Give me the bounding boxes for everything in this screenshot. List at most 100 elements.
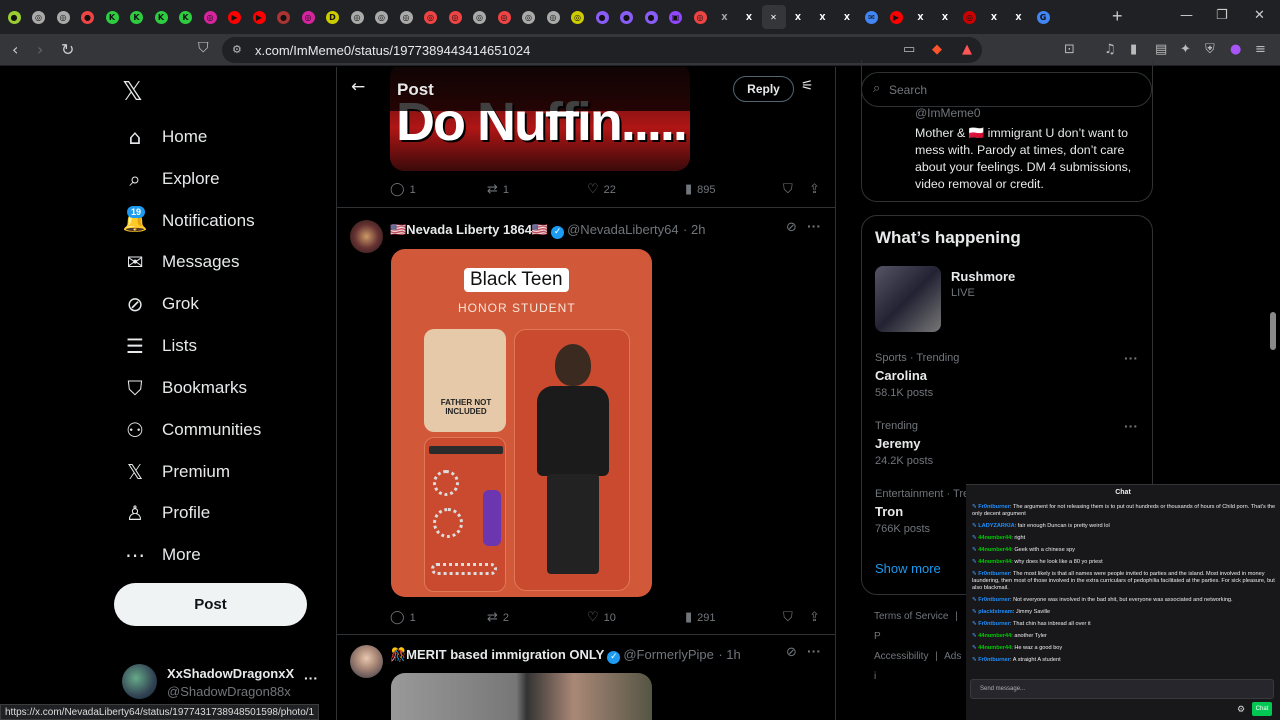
like-action[interactable]: ♡ 10 — [587, 610, 616, 625]
page-scrollbar[interactable] — [1270, 312, 1276, 350]
nav-lists[interactable]: ☰ Lists — [122, 328, 197, 364]
close-window-icon[interactable]: ✕ — [1254, 8, 1265, 23]
chat-username[interactable]: 44number44 — [978, 645, 1011, 651]
live-name[interactable]: Rushmore — [951, 269, 1015, 284]
cast-icon[interactable]: ▭ — [903, 42, 919, 58]
browser-tab[interactable]: G — [1031, 5, 1055, 29]
trend-more-icon[interactable]: ··· — [1124, 350, 1138, 366]
chat-send-button[interactable]: Chat — [1252, 702, 1272, 716]
browser-tab[interactable]: ● — [2, 5, 26, 29]
nav-communities[interactable]: ⚇ Communities — [122, 412, 261, 448]
browser-tab[interactable]: ◎ — [51, 5, 75, 29]
tweet-image[interactable]: Black Teen HONOR STUDENT FATHER NOT INCL… — [391, 249, 652, 597]
new-tab-button[interactable]: + — [1112, 6, 1123, 27]
x-logo[interactable]: 𝕏 — [122, 76, 143, 107]
nav-more[interactable]: ⋯ More — [122, 537, 201, 573]
bookmark-page-icon[interactable]: ⛉ — [198, 40, 209, 56]
nav-grok[interactable]: ⊘ Grok — [122, 286, 199, 322]
chat-username[interactable]: Fr0ntburner — [978, 657, 1010, 663]
share-action[interactable]: ⇪ — [809, 610, 825, 625]
chat-username[interactable]: 44number44 — [978, 547, 1011, 553]
tweet-author[interactable]: 🇺🇸Nevada Liberty 1864🇺🇸 — [390, 222, 548, 237]
restore-icon[interactable]: ❐ — [1216, 8, 1228, 23]
tweet-time[interactable]: · 2h — [683, 222, 705, 237]
reload-icon[interactable]: ↻ — [61, 40, 74, 59]
browser-tab[interactable]: ◎ — [517, 5, 541, 29]
tweet-more-icon[interactable]: ··· — [807, 218, 821, 234]
wallet-icon[interactable]: ▤ — [1155, 42, 1171, 58]
screenshot-icon[interactable]: ⊡ — [1064, 42, 1080, 58]
chat-settings-icon[interactable]: ⚙ — [1237, 705, 1245, 715]
reply-action[interactable]: ◯ 1 — [390, 610, 416, 625]
tweet-handle[interactable]: @FormerlyPipe — [623, 647, 714, 662]
chat-username[interactable]: Fr0ntburner — [978, 571, 1010, 577]
tweet[interactable]: 🇺🇸Nevada Liberty 1864🇺🇸 ✓ @NevadaLiberty64… — [337, 208, 835, 634]
profile-handle[interactable]: @ImMeme0 — [915, 106, 981, 120]
views-action[interactable]: ▮ 291 — [685, 610, 716, 625]
browser-tab[interactable]: ▣ — [664, 5, 688, 29]
browser-tab[interactable]: X — [909, 5, 933, 29]
browser-tab[interactable]: ▶ — [247, 5, 271, 29]
site-settings-icon[interactable]: ⚙ — [232, 43, 248, 59]
sidebar-toggle-icon[interactable]: ▮ — [1130, 42, 1146, 58]
repost-action[interactable]: ⇄ 1 — [487, 182, 509, 197]
browser-tab[interactable]: ◎ — [27, 5, 51, 29]
browser-tab[interactable]: ● — [272, 5, 296, 29]
nav-premium[interactable]: 𝕏 Premium — [122, 454, 230, 490]
tweet-author[interactable]: 🎊MERIT based immigration ONLY — [390, 647, 604, 662]
trend-item[interactable]: Sports · Trending Carolina 58.1K posts ·… — [862, 349, 1152, 409]
tweet-more-icon[interactable]: ··· — [807, 643, 821, 659]
tweet[interactable]: 🎊MERIT based immigration ONLY ✓ @FormerlyP… — [337, 635, 835, 720]
browser-tab[interactable]: X — [933, 5, 957, 29]
browser-tab[interactable]: ◎ — [566, 5, 590, 29]
browser-tab[interactable]: ▶ — [884, 5, 908, 29]
nav-profile[interactable]: ♙ Profile — [122, 495, 210, 531]
browser-tab[interactable]: ◎ — [958, 5, 982, 29]
account-switcher[interactable]: XxShadowDragonxX @ShadowDragon88x ··· — [122, 664, 322, 704]
chat-username[interactable]: placidstream — [978, 609, 1013, 615]
nav-bookmarks[interactable]: ⛉ Bookmarks — [122, 370, 248, 406]
nav-home[interactable]: ⌂ Home — [122, 119, 208, 155]
avatar[interactable] — [350, 645, 383, 678]
browser-tab[interactable]: ● — [615, 5, 639, 29]
rewards-icon[interactable]: ▲ — [962, 42, 978, 58]
browser-tab[interactable]: ● — [639, 5, 663, 29]
vpn-icon[interactable]: ⛨ — [1205, 42, 1221, 58]
brave-shield-icon[interactable]: ◆ — [932, 42, 948, 58]
browser-tab[interactable]: ◎ — [370, 5, 394, 29]
browser-tab[interactable]: K — [125, 5, 149, 29]
browser-tab[interactable]: ✉ — [860, 5, 884, 29]
live-thumbnail[interactable] — [875, 266, 941, 332]
footer-link[interactable]: P — [874, 631, 881, 642]
tweet-time[interactable]: · 1h — [718, 647, 740, 662]
chat-username[interactable]: Fr0ntburner — [978, 597, 1010, 603]
nav-messages[interactable]: ✉ Messages — [122, 244, 240, 280]
browser-tab[interactable]: ◎ — [394, 5, 418, 29]
browser-tab[interactable]: ◎ — [443, 5, 467, 29]
browser-tab[interactable]: X — [737, 5, 761, 29]
chat-username[interactable]: Fr0ntburner — [978, 504, 1010, 510]
show-more-link[interactable]: Show more — [875, 561, 941, 576]
like-action[interactable]: ♡ 22 — [587, 182, 616, 197]
browser-tab[interactable]: ◎ — [541, 5, 565, 29]
avatar[interactable] — [350, 220, 383, 253]
browser-tab[interactable]: X — [786, 5, 810, 29]
account-more-icon[interactable]: ··· — [304, 670, 318, 686]
minimize-icon[interactable]: — — [1180, 8, 1193, 23]
browser-tab[interactable]: X — [982, 5, 1006, 29]
search-box[interactable]: ⌕ Search — [861, 72, 1152, 107]
share-action[interactable]: ⇪ — [809, 182, 825, 197]
browser-tab[interactable]: D — [321, 5, 345, 29]
browser-tab[interactable]: ● — [590, 5, 614, 29]
browser-tab[interactable]: X — [811, 5, 835, 29]
browser-tab[interactable]: K — [149, 5, 173, 29]
chat-username[interactable]: 44number44 — [978, 535, 1011, 541]
browser-tab[interactable]: ◎ — [468, 5, 492, 29]
browser-tab[interactable]: ◎ — [688, 5, 712, 29]
browser-tab[interactable]: X — [835, 5, 859, 29]
back-icon[interactable]: ‹ — [12, 40, 18, 59]
post-button[interactable]: Post — [114, 583, 307, 626]
tweet-handle[interactable]: @NevadaLiberty64 — [567, 222, 678, 237]
chat-input[interactable]: Send message... — [970, 679, 1274, 699]
nav-explore[interactable]: ⌕ Explore — [122, 161, 219, 197]
